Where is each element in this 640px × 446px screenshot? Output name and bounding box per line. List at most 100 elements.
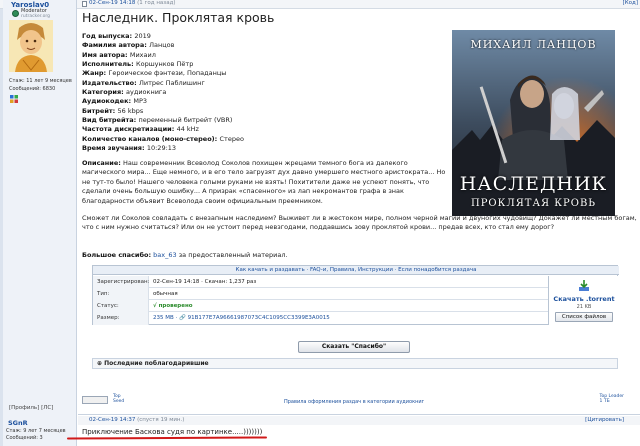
thanks-line: Большое спасибо: bax_63 за предоставленн…	[82, 251, 288, 259]
quote-button[interactable]: [Цитировать]	[585, 417, 624, 423]
torrent-table: Как качать и раздавать · FAQ-и, Правила,…	[92, 265, 619, 325]
meta-row: Частота дискретизации: 44 kHz	[82, 125, 244, 134]
meta-value: MP3	[133, 97, 148, 106]
help-links[interactable]: Как качать и раздавать · FAQ-и, Правила,…	[93, 266, 619, 275]
row-label: Тип:	[93, 288, 149, 300]
author-rank-sub: rutracker.org	[21, 14, 51, 19]
meta-row: Фамилия автора: Ланцов	[82, 41, 244, 50]
meta-key: Частота дискретизации	[82, 125, 172, 134]
author-sidebar: Yaroslav0 Moderator rutracker.org Стаж: …	[3, 0, 77, 446]
last-thanks-toggle[interactable]: ⊕ Последние поблагодарившие	[92, 358, 618, 369]
row-label: Зарегистрирован:	[93, 276, 149, 288]
code-button[interactable]: [Код]	[623, 0, 638, 6]
rules-link[interactable]: Правила оформления раздач в категории ау…	[284, 399, 424, 405]
row-label: Размер:	[93, 312, 149, 325]
author-seniority: Стаж: 11 лет 9 месяцев	[9, 78, 72, 84]
file-list-button[interactable]: Список файлов	[555, 312, 613, 322]
meta-value: 2019	[134, 32, 151, 40]
post-divider	[78, 414, 640, 415]
meta-row: Вид битрейта: переменный битрейт (VBR)	[82, 116, 244, 125]
table-row: Статус: √ проверено	[93, 300, 548, 312]
book-meta: Год выпуска: 2019 Фамилия автора: Ланцов И…	[82, 32, 244, 153]
meta-key: Имя автора	[82, 50, 125, 59]
say-thanks-button[interactable]: Сказать "Спасибо"	[298, 341, 410, 353]
download-icon[interactable]	[578, 280, 590, 292]
meta-row: Аудиокодек: MP3	[82, 97, 244, 106]
red-annotation-underline	[66, 436, 268, 440]
thanks-user-link[interactable]: bax_63	[153, 251, 176, 259]
row-value: √ проверено	[153, 303, 193, 309]
meta-key: Издательство	[82, 78, 135, 87]
post2-date[interactable]: 02-Сен-19 14:37 (спустя 19 мин.)	[89, 417, 184, 423]
thanks-rest: за предоставленный материал.	[178, 251, 288, 259]
author-stats: Стаж: 11 лет 9 месяцев Сообщений: 6830	[9, 77, 72, 93]
post-date-value[interactable]: 02-Сен-19 14:18	[89, 0, 135, 6]
meta-key: Жанр	[82, 69, 104, 78]
top-seed-badge[interactable]: Top Seed	[113, 394, 124, 404]
download-torrent-link[interactable]: Скачать .torrent	[549, 295, 619, 303]
meta-value: Ланцов	[149, 41, 175, 50]
meta-row: Битрейт: 56 kbps	[82, 107, 244, 116]
meta-row: Количество каналов (моно-стерео): Стерео	[82, 135, 244, 144]
meta-row: Исполнитель: Коршунков Пётр	[82, 60, 244, 69]
post2-date-value[interactable]: 02-Сен-19 14:37	[89, 417, 135, 423]
author2-post-count: Сообщений: 3	[6, 435, 43, 441]
cover-subtitle: ПРОКЛЯТАЯ КРОВЬ	[470, 198, 597, 209]
torrent-file-size: 21 KB	[576, 304, 592, 310]
meta-row: Год выпуска: 2019	[82, 32, 244, 41]
share-icons[interactable]	[82, 396, 108, 404]
description-label: Описание:	[82, 159, 121, 167]
profile-links[interactable]: [Профиль] [ЛС]	[9, 405, 53, 411]
meta-row: Жанр: Героическое фэнтези, Попаданцы	[82, 69, 244, 78]
author2-stats: Стаж: 9 лет 7 месяцев Сообщений: 3	[6, 428, 66, 442]
top-seed-line2: Seed	[113, 399, 125, 404]
meta-key: Год выпуска	[82, 32, 130, 40]
share-row: Top Seed Правила оформления раздач в кат…	[82, 394, 638, 408]
author2-name[interactable]: SGnR	[8, 419, 28, 427]
meta-value: 44 kHz	[176, 125, 199, 134]
thanks-label: Большое спасибо:	[82, 251, 152, 259]
meta-row: Время звучания: 10:29:13	[82, 144, 244, 153]
meta-value: Литрес Паблишинг	[138, 78, 205, 87]
description: Описание: Наш современник Всеволод Сокол…	[82, 159, 450, 206]
meta-value: 56 kbps	[117, 106, 144, 115]
cover-title: НАСЛЕДНИК	[459, 173, 608, 195]
author-post-count: Сообщений: 6830	[9, 86, 56, 92]
cover-author: МИХАИЛ ЛАНЦОВ	[470, 38, 597, 51]
meta-value: аудиокнига	[126, 88, 167, 97]
post-page-icon	[82, 1, 87, 7]
description-text: Наш современник Всеволод Соколов похищен…	[82, 159, 446, 205]
meta-value: переменный битрейт (VBR)	[138, 116, 233, 125]
row-value: 02-Сен-19 14:18 · Скачан: 1,237 раз	[153, 279, 257, 285]
top-leader-line2: 1 ТБ	[599, 399, 610, 404]
top-leader-badge[interactable]: Top Leader 1 ТБ	[600, 394, 624, 404]
row-value[interactable]: 235 MB · 🔗 91B177E7A96661987073C4C1095CC…	[153, 312, 330, 324]
download-box: Скачать .torrent 21 KB Список файлов	[548, 276, 618, 325]
meta-row: Категория: аудиокнига	[82, 88, 244, 97]
book-cover[interactable]: МИХАИЛ ЛАНЦОВ НАСЛЕДНИК ПРОКЛЯТАЯ КРОВЬ	[452, 30, 615, 216]
author2-seniority: Стаж: 9 лет 7 месяцев	[6, 428, 66, 434]
meta-key: Битрейт	[82, 106, 113, 115]
meta-value: Стерео	[219, 134, 244, 143]
moderator-badge-icon	[12, 10, 19, 17]
meta-key: Аудиокодек	[82, 97, 129, 106]
table-row: Зарегистрирован: 02-Сен-19 14:18 · Скача…	[93, 276, 548, 288]
author-avatar	[9, 20, 53, 72]
meta-value: Коршунков Пётр	[135, 60, 194, 69]
post-date-note: (1 год назад)	[137, 0, 176, 6]
meta-key: Время звучания	[82, 144, 142, 153]
meta-key: Фамилия автора	[82, 41, 145, 50]
meta-key: Категория	[82, 88, 122, 97]
post-title: Наследник. Проклятая кровь	[82, 10, 275, 25]
description-question: Сможет ли Соколов совладать с внезапным …	[82, 214, 637, 232]
meta-row: Имя автора: Михаил	[82, 51, 244, 60]
site-icon[interactable]	[10, 95, 18, 103]
meta-key: Количество каналов (моно-стерео)	[82, 134, 215, 143]
meta-row: Издательство: Литрес Паблишинг	[82, 79, 244, 88]
meta-value: Героическое фэнтези, Попаданцы	[108, 69, 227, 78]
post2-date-note: (спустя 19 мин.)	[137, 417, 185, 423]
post-date[interactable]: 02-Сен-19 14:18 (1 год назад)	[89, 0, 176, 6]
post2-text: Приключение Баскова судя по картинке....…	[82, 428, 263, 436]
meta-value: 10:29:13	[146, 144, 177, 153]
meta-key: Исполнитель	[82, 60, 132, 69]
